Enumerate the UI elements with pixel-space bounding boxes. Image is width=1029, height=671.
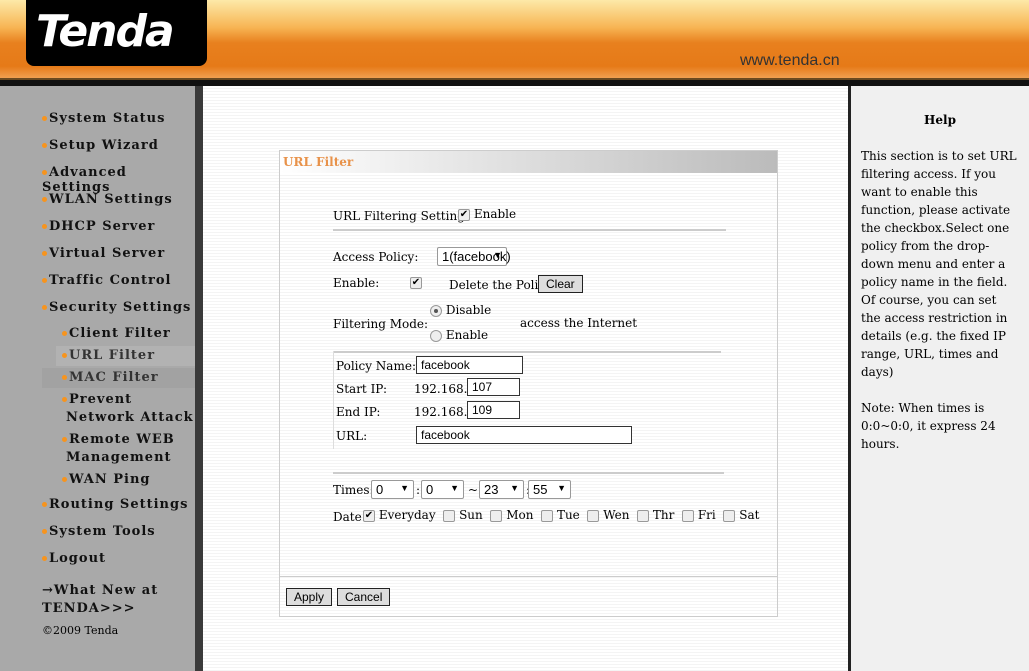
mon-checkbox[interactable] — [490, 509, 503, 522]
url-filtering-checkbox[interactable]: ✔ — [458, 208, 470, 221]
nav-system-tools[interactable]: System Tools — [42, 524, 156, 539]
mode-suffix: access the Internet — [520, 316, 638, 330]
nav-system-status[interactable]: System Status — [42, 111, 165, 126]
fri-checkbox[interactable] — [682, 509, 695, 522]
thr-checkbox[interactable] — [637, 509, 650, 522]
access-policy-label: Access Policy: — [333, 250, 419, 264]
start-ip-input[interactable]: 107 — [467, 378, 520, 396]
header: Tenda www.tenda.cn — [0, 0, 1029, 78]
divider — [333, 472, 724, 474]
end-minute-select[interactable]: 55 — [528, 480, 571, 499]
divider — [333, 229, 726, 231]
filtering-mode-label: Filtering Mode: — [333, 317, 429, 331]
url-filtering-label: URL Filtering Setting: — [333, 209, 469, 223]
end-ip-input[interactable]: 109 — [467, 401, 520, 419]
end-hour-select[interactable]: 23 — [479, 480, 524, 499]
everyday-checkbox[interactable]: ✔ — [363, 509, 375, 522]
url-label: URL: — [336, 429, 368, 443]
nav-virtual-server[interactable]: Virtual Server — [42, 246, 165, 261]
start-ip-label: Start IP: — [336, 382, 387, 396]
enable-label: Enable — [473, 207, 517, 221]
nav-advanced-settings[interactable]: Advanced Settings — [42, 165, 195, 195]
nav-client-filter[interactable]: Client Filter — [62, 326, 171, 341]
mode-enable-label: Enable — [445, 328, 489, 342]
cancel-button[interactable]: Cancel — [337, 588, 391, 606]
date-label: Date: — [333, 510, 366, 524]
day-label: Thr — [652, 508, 675, 522]
divider — [0, 78, 1029, 86]
sun-checkbox[interactable] — [443, 509, 456, 522]
day-label: Fri — [697, 508, 716, 522]
tenda-logo: Tenda — [26, 0, 207, 66]
nav-security-settings[interactable]: Security Settings — [42, 300, 191, 315]
nav-remote-web[interactable]: Remote WEB — [62, 432, 175, 447]
nav-wlan-settings[interactable]: WLAN Settings — [42, 192, 173, 207]
day-label: Tue — [556, 508, 580, 522]
nav-traffic-control[interactable]: Traffic Control — [42, 273, 172, 288]
nav-prevent-network-attack[interactable]: Prevent — [62, 392, 132, 407]
day-label: Wen — [603, 508, 630, 522]
policy-name-label: Policy Name: — [336, 359, 416, 373]
access-policy-value: 1(facebook) — [442, 249, 511, 264]
day-label: Mon — [506, 508, 534, 522]
mode-enable-radio[interactable] — [430, 329, 442, 342]
wen-checkbox[interactable] — [587, 509, 600, 522]
help-panel: Help This section is to set URL filterin… — [851, 86, 1029, 671]
sidebar-border — [195, 86, 203, 671]
divider — [333, 351, 721, 353]
nav-mac-filter[interactable]: MAC Filter — [62, 370, 159, 385]
policy-name-input[interactable]: facebook — [416, 356, 523, 374]
copyright: ©2009 Tenda — [42, 624, 119, 637]
help-title: Help — [924, 113, 956, 127]
panel-title: URL Filter — [280, 151, 777, 173]
url-filter-panel: URL Filter URL Filtering Setting: ✔ Enab… — [279, 150, 778, 617]
nav-setup-wizard[interactable]: Setup Wizard — [42, 138, 159, 153]
whats-new-link-2[interactable]: TENDA>>> — [42, 601, 136, 616]
policy-enable-checkbox[interactable]: ✔ — [410, 276, 422, 289]
mode-disable-radio[interactable] — [430, 304, 442, 317]
disable-label: Disable — [445, 303, 492, 317]
whats-new-link[interactable]: →What New at — [42, 583, 158, 598]
day-checkboxes: ✔ Everyday Sun Mon Tue Wen Thr Fri Sat — [363, 508, 759, 522]
sidebar: System Status Setup Wizard Advanced Sett… — [0, 86, 195, 671]
nav-routing-settings[interactable]: Routing Settings — [42, 497, 188, 512]
help-note: Note: When times is 0:0~0:0, it express … — [861, 401, 996, 451]
tue-checkbox[interactable] — [541, 509, 554, 522]
sat-checkbox[interactable] — [723, 509, 736, 522]
nav-wan-ping[interactable]: WAN Ping — [62, 472, 151, 487]
day-label: Sun — [459, 508, 483, 522]
policy-enable-label: Enable: — [333, 276, 380, 290]
day-label: Everyday — [378, 508, 436, 522]
nav-dhcp-server[interactable]: DHCP Server — [42, 219, 155, 234]
nav-remote-web-2[interactable]: Management — [66, 450, 172, 465]
tilde: ~ — [468, 483, 479, 497]
colon: : — [416, 483, 421, 497]
access-policy-select[interactable]: 1(facebook) — [437, 247, 511, 266]
start-hour-value: 0 — [376, 482, 384, 497]
day-label: Sat — [739, 508, 760, 522]
site-url: www.tenda.cn — [740, 52, 840, 69]
times-label: Times: — [333, 483, 374, 497]
help-text: This section is to set URL filtering acc… — [861, 149, 1017, 379]
clear-button[interactable]: Clear — [538, 275, 583, 293]
end-minute-value: 55 — [533, 482, 548, 497]
divider — [333, 351, 334, 449]
end-ip-label: End IP: — [336, 405, 381, 419]
nav-prevent-network-attack-2[interactable]: Network Attack — [66, 410, 194, 425]
end-hour-value: 23 — [484, 482, 499, 497]
apply-button[interactable]: Apply — [286, 588, 333, 606]
url-input[interactable]: facebook — [416, 426, 632, 444]
start-minute-select[interactable]: 0 — [421, 480, 464, 499]
nav-logout[interactable]: Logout — [42, 551, 106, 566]
start-hour-select[interactable]: 0 — [371, 480, 414, 499]
start-minute-value: 0 — [426, 482, 434, 497]
nav-url-filter[interactable]: URL Filter — [62, 348, 155, 363]
divider — [280, 576, 777, 577]
